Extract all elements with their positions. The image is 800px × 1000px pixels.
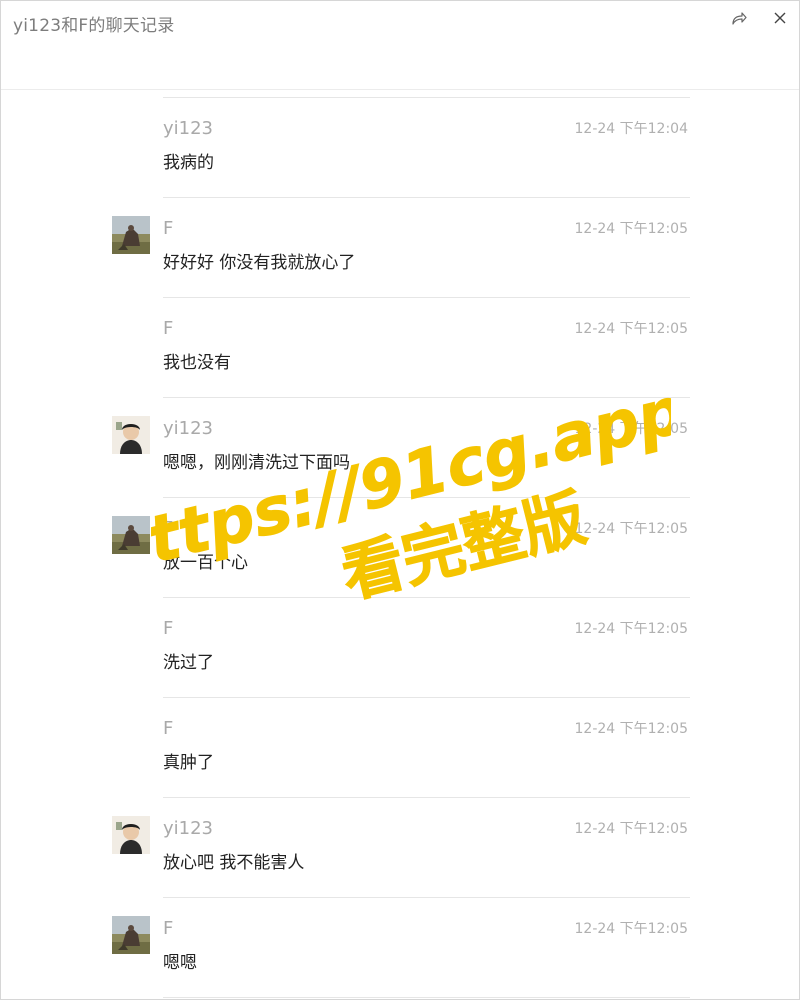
close-icon [774,12,786,24]
message-item: F 12-24 下午12:05 我也没有 [1,298,799,398]
message-time: 12-24 下午12:05 [574,521,688,537]
message-text: 放一百个心 [163,553,248,573]
divider [163,997,690,998]
message-item: F 12-24 下午12:05 洗过了 [1,598,799,698]
message-time: 12-24 下午12:05 [574,921,688,937]
message-item: F 12-24 下午12:05 放一百个心 [1,498,799,598]
message-time: 12-24 下午12:05 [574,421,688,437]
close-button[interactable] [769,7,791,29]
message-text: 放心吧 我不能害人 [163,853,305,873]
message-time: 12-24 下午12:04 [574,121,688,137]
share-button[interactable] [728,7,750,29]
message-text: 嗯嗯，刚刚清洗过下面吗 [163,453,350,473]
landscape-avatar[interactable] [112,916,150,954]
sender-name: F [163,618,174,639]
message-text: 我病的 [163,153,214,173]
window-title: yi123和F的聊天记录 [13,16,175,36]
sender-name: F [163,518,174,539]
landscape-avatar[interactable] [112,216,150,254]
message-text: 嗯嗯 [163,953,197,973]
sender-name: F [163,218,174,239]
message-text: 洗过了 [163,653,214,673]
message-item: F 12-24 下午12:05 嗯嗯 [1,898,799,998]
title-bar: yi123和F的聊天记录 [1,1,799,90]
message-time: 12-24 下午12:05 [574,721,688,737]
sender-name: yi123 [163,418,214,439]
message-text: 我也没有 [163,353,231,373]
sender-name: F [163,318,174,339]
sender-name: yi123 [163,818,214,839]
message-item: yi123 12-24 下午12:05 放心吧 我不能害人 [1,798,799,898]
message-time: 12-24 下午12:05 [574,321,688,337]
person-avatar[interactable] [112,416,150,454]
message-text: 真肿了 [163,753,214,773]
sender-name: F [163,918,174,939]
message-item: F 12-24 下午12:05 真肿了 [1,698,799,798]
person-avatar[interactable] [112,816,150,854]
landscape-avatar[interactable] [112,516,150,554]
message-item: yi123 12-24 下午12:05 嗯嗯，刚刚清洗过下面吗 [1,398,799,498]
message-item: yi123 12-24 下午12:04 我病的 [1,98,799,198]
sender-name: yi123 [163,118,214,139]
sender-name: F [163,718,174,739]
message-text: 好好好 你没有我就放心了 [163,253,356,273]
message-time: 12-24 下午12:05 [574,621,688,637]
share-icon [732,12,747,25]
message-time: 12-24 下午12:05 [574,221,688,237]
message-item: F 12-24 下午12:05 好好好 你没有我就放心了 [1,198,799,298]
message-time: 12-24 下午12:05 [574,821,688,837]
message-list[interactable]: yi123 12-24 下午12:04 我病的 F 12-24 下午12:05 … [1,90,799,999]
chat-history-window: yi123和F的聊天记录 yi123 12-24 下午12:04 我病的 F 1… [0,0,800,1000]
